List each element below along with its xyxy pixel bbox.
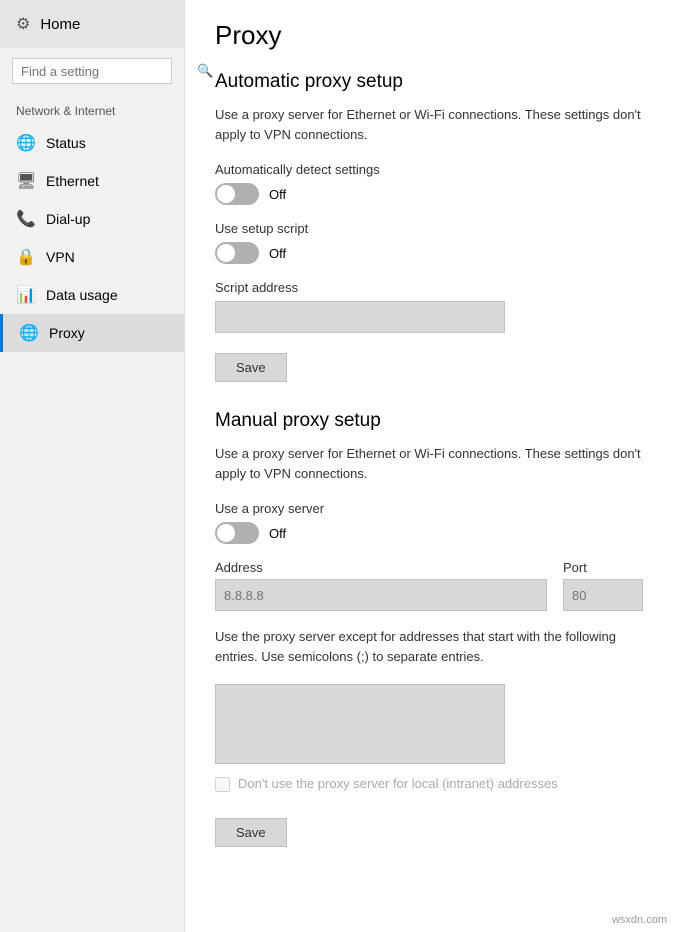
sidebar-item-status[interactable]: 🌐 Status: [0, 124, 184, 162]
address-input[interactable]: [215, 579, 547, 611]
sidebar-item-label: Ethernet: [46, 173, 99, 189]
dont-use-local-row: Don't use the proxy server for local (in…: [215, 776, 643, 792]
auto-detect-state: Off: [269, 187, 286, 202]
use-proxy-toggle-row: Off: [215, 522, 643, 544]
use-setup-script-toggle[interactable]: [215, 242, 259, 264]
manual-section-description: Use a proxy server for Ethernet or Wi-Fi…: [215, 444, 643, 483]
address-label: Address: [215, 560, 547, 575]
gear-icon: ⚙: [16, 14, 30, 34]
sidebar-item-datausage[interactable]: 📊 Data usage: [0, 276, 184, 314]
auto-detect-toggle[interactable]: [215, 183, 259, 205]
sidebar-section-title: Network & Internet: [0, 94, 184, 124]
exceptions-textarea[interactable]: [215, 684, 505, 764]
script-address-input[interactable]: [215, 301, 505, 333]
use-proxy-state: Off: [269, 526, 286, 541]
proxy-icon: 🌐: [19, 323, 37, 343]
home-label: Home: [40, 16, 80, 33]
vpn-icon: 🔒: [16, 247, 34, 267]
manual-proxy-section: Manual proxy setup Use a proxy server fo…: [215, 410, 643, 865]
sidebar-item-vpn[interactable]: 🔒 VPN: [0, 238, 184, 276]
search-input[interactable]: [21, 64, 197, 79]
sidebar-item-ethernet[interactable]: 🖥 Ethernet: [0, 162, 184, 200]
use-proxy-toggle[interactable]: [215, 522, 259, 544]
dont-use-local-label: Don't use the proxy server for local (in…: [238, 776, 558, 791]
port-group: Port: [563, 560, 643, 611]
address-port-row: Address Port: [215, 560, 643, 611]
use-proxy-label: Use a proxy server: [215, 501, 643, 516]
automatic-section-title: Automatic proxy setup: [215, 71, 643, 93]
sidebar-item-label: VPN: [46, 249, 75, 265]
manual-save-button[interactable]: Save: [215, 818, 287, 847]
auto-detect-label: Automatically detect settings: [215, 162, 643, 177]
sidebar: ⚙ Home 🔍 Network & Internet 🌐 Status 🖥 E…: [0, 0, 185, 932]
datausage-icon: 📊: [16, 285, 34, 305]
home-button[interactable]: ⚙ Home: [0, 0, 184, 48]
status-icon: 🌐: [16, 133, 34, 153]
automatic-proxy-section: Automatic proxy setup Use a proxy server…: [215, 71, 643, 400]
script-address-label: Script address: [215, 280, 643, 295]
use-setup-script-label: Use setup script: [215, 221, 643, 236]
use-setup-script-state: Off: [269, 246, 286, 261]
use-setup-script-toggle-row: Off: [215, 242, 643, 264]
auto-detect-toggle-row: Off: [215, 183, 643, 205]
dialup-icon: 📞: [16, 209, 34, 229]
search-box[interactable]: 🔍: [12, 58, 172, 84]
main-content: Proxy Automatic proxy setup Use a proxy …: [185, 0, 673, 932]
sidebar-item-dialup[interactable]: 📞 Dial-up: [0, 200, 184, 238]
watermark: wsxdn.com: [612, 914, 667, 926]
sidebar-item-label: Proxy: [49, 325, 85, 341]
port-input[interactable]: [563, 579, 643, 611]
automatic-save-button[interactable]: Save: [215, 353, 287, 382]
automatic-section-description: Use a proxy server for Ethernet or Wi-Fi…: [215, 105, 643, 144]
exceptions-description: Use the proxy server except for addresse…: [215, 627, 643, 666]
dont-use-local-checkbox[interactable]: [215, 777, 230, 792]
manual-section-title: Manual proxy setup: [215, 410, 643, 432]
port-label: Port: [563, 560, 643, 575]
sidebar-item-proxy[interactable]: 🌐 Proxy: [0, 314, 184, 352]
ethernet-icon: 🖥: [16, 171, 34, 191]
sidebar-item-label: Dial-up: [46, 211, 90, 227]
page-title: Proxy: [215, 20, 643, 51]
sidebar-item-label: Status: [46, 135, 86, 151]
address-group: Address: [215, 560, 547, 611]
sidebar-item-label: Data usage: [46, 287, 118, 303]
